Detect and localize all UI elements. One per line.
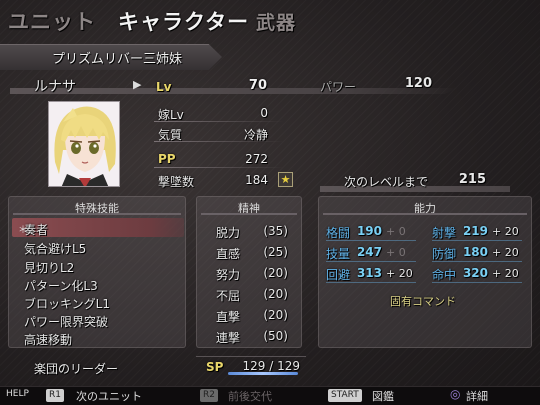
character-name: ルナサ: [34, 79, 76, 95]
leader-skill[interactable]: 楽団のリーダー: [34, 360, 118, 377]
start-button-icon: START: [328, 389, 362, 402]
divider: [154, 141, 284, 142]
divider: [326, 240, 416, 241]
spirit-command-cost: (35): [263, 224, 288, 238]
title-bar: [13, 213, 181, 215]
ability-bonus: + 20: [492, 246, 519, 259]
skill-item[interactable]: 見切りL2: [24, 259, 74, 276]
kills-value: 184: [245, 173, 268, 187]
skill-item[interactable]: 奏者: [24, 221, 48, 238]
spirit-command-cost: (50): [263, 329, 288, 343]
ability-value: 190: [356, 224, 382, 238]
ability-bonus: + 0: [386, 225, 406, 238]
power-value: 120: [404, 76, 432, 91]
circle-button-icon: ◎: [450, 387, 461, 401]
ability-value: 219: [462, 224, 488, 238]
yome-lv-value: 0: [260, 106, 268, 120]
r1-button-icon: R1: [46, 389, 64, 402]
unique-command-label[interactable]: 固有コマンド: [390, 293, 456, 309]
help-label[interactable]: HELP: [6, 389, 29, 399]
encyclopedia-label[interactable]: 図鑑: [372, 388, 394, 404]
next-level-value: 215: [458, 172, 486, 187]
divider: [196, 356, 306, 357]
divider: [432, 282, 522, 283]
ability-bonus: + 20: [492, 225, 519, 238]
spirit-command-cost: (20): [263, 266, 288, 280]
title-bar: [323, 213, 527, 215]
spirit-command-cost: (20): [263, 308, 288, 322]
next-character-arrow-icon[interactable]: ▶: [133, 78, 141, 91]
divider: [432, 240, 522, 241]
lv-value: 70: [248, 78, 267, 93]
pp-label: PP: [158, 152, 176, 166]
ability-bonus: + 20: [492, 267, 519, 280]
skill-item[interactable]: 高速移動: [24, 331, 72, 348]
divider: [326, 282, 416, 283]
details-label[interactable]: 詳細: [466, 388, 488, 404]
tab-unit[interactable]: ユニット: [8, 6, 96, 36]
tab-header: ユニット キャラクター 武器: [0, 0, 540, 44]
tab-character[interactable]: キャラクター: [118, 6, 249, 36]
swap-order-label[interactable]: 前後交代: [228, 388, 272, 404]
next-level-label: 次のレベルまで: [344, 175, 429, 189]
spirit-command-name[interactable]: 努力: [216, 266, 240, 283]
ace-star-icon: ★: [278, 172, 293, 187]
spirit-command-name[interactable]: 連撃: [216, 329, 240, 346]
divider: [154, 121, 284, 122]
ability-bonus: + 0: [386, 246, 406, 259]
ability-label: 回避: [326, 268, 351, 282]
spirit-command-name[interactable]: 脱力: [216, 224, 240, 241]
spirit-command-cost: (25): [263, 245, 288, 259]
r2-button-icon: R2: [200, 389, 218, 402]
divider: [154, 167, 284, 168]
skill-item[interactable]: ブロッキングL1: [24, 295, 110, 312]
ability-label: 命中: [432, 268, 457, 282]
divider: [432, 261, 522, 262]
spirit-command-cost: (20): [263, 287, 288, 301]
ability-value: 320: [462, 266, 488, 280]
ability-label: 技量: [326, 247, 351, 261]
divider: [326, 261, 416, 262]
character-portrait: [48, 101, 120, 187]
ability-value: 313: [356, 266, 382, 280]
spirit-command-name[interactable]: 不屈: [216, 287, 240, 304]
skill-item[interactable]: パワー限界突破: [24, 313, 108, 330]
tab-weapon[interactable]: 武器: [256, 8, 296, 35]
next-unit-label[interactable]: 次のユニット: [76, 388, 142, 404]
sp-label: SP: [206, 360, 224, 374]
skill-item[interactable]: パターン化L3: [24, 277, 98, 294]
lv-label: Lv: [156, 80, 172, 94]
power-label: パワー: [320, 80, 357, 94]
skill-item[interactable]: 気合避けL5: [24, 240, 86, 257]
ability-bonus: + 20: [386, 267, 413, 280]
sp-value: 129 / 129: [242, 359, 300, 373]
spirit-command-name[interactable]: 直感: [216, 245, 240, 262]
ability-value: 180: [462, 245, 488, 259]
ability-label: 格闘: [326, 226, 351, 240]
group-name: プリズムリバー三姉妹: [52, 52, 183, 67]
ability-label: 射撃: [432, 226, 457, 240]
ability-value: 247: [356, 245, 382, 259]
ability-label: 防御: [432, 247, 457, 261]
sp-gauge: [228, 372, 298, 375]
kills-label: 撃墜数: [158, 175, 195, 189]
pp-value: 272: [245, 152, 268, 166]
title-bar: [201, 213, 297, 215]
portrait-image: [49, 102, 119, 186]
spirit-command-name[interactable]: 直撃: [216, 308, 240, 325]
